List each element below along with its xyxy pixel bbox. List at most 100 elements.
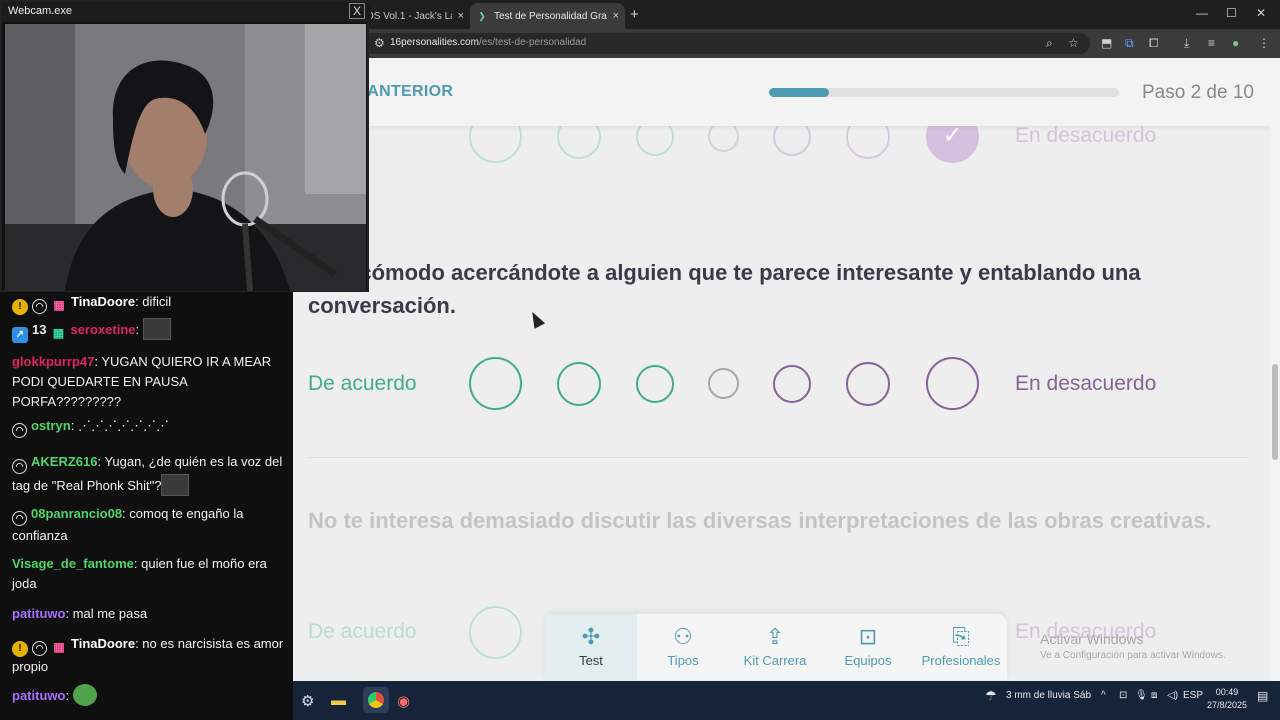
chat-message: ◠ 08panrancio08: comoq te engaño la confi… [12, 504, 284, 546]
ghost-badge-icon: ◠ [32, 641, 47, 656]
chat-username[interactable]: patituwo [12, 606, 65, 621]
new-tab-button[interactable]: + [630, 6, 639, 23]
site-info-icon[interactable]: ⚙ [374, 36, 385, 50]
ghost-badge-icon: ◠ [32, 299, 47, 314]
professionals-icon: ⎘ [952, 624, 970, 649]
gold-badge-icon: ! [12, 299, 28, 315]
menu-icon[interactable]: ⋮ [1258, 36, 1270, 50]
chat-username[interactable]: ostryn [31, 418, 71, 433]
weather-text[interactable]: 3 mm de lluvia Sáb [1006, 690, 1091, 701]
option-slightly-disagree[interactable] [773, 365, 811, 403]
url-text[interactable]: 16personalities.com/es/test-de-personali… [390, 37, 586, 48]
close-window-button[interactable]: ✕ [1256, 6, 1266, 20]
page-scrollbar[interactable] [1270, 58, 1280, 681]
next-question-text: No te interesa demasiado discutir las di… [308, 508, 1212, 533]
teams-icon: ⊡ [858, 624, 878, 649]
nav-profesionales[interactable]: ⎘ Profesionales [915, 614, 1007, 680]
webcam-window[interactable]: Webcam.exe X [0, 0, 371, 292]
translate-icon[interactable]: ⧉ [1125, 36, 1134, 51]
next-option-1[interactable] [469, 606, 522, 659]
disagree-label: En desacuerdo [1015, 372, 1157, 395]
download-icon[interactable]: ⤓ [1184, 36, 1189, 51]
minimize-button[interactable]: — [1196, 6, 1208, 20]
option-slightly-agree[interactable] [636, 365, 674, 403]
nav-kit-carrera[interactable]: ⇪ Kit Carrera [729, 614, 821, 680]
chat-message: Visage_de_fantome: quien fue el moño era… [12, 554, 284, 594]
chat-text: dificil [142, 294, 172, 309]
url-domain: 16personalities.com [390, 37, 479, 48]
media-icon[interactable]: ≡ [1208, 36, 1215, 50]
chat-message: patituwo: [12, 684, 284, 706]
puzzle-icon[interactable]: ⧠ [1149, 36, 1159, 51]
language-indicator[interactable]: ESP [1183, 690, 1203, 701]
sub-badge-icon: ▦ [52, 326, 65, 340]
test-icon: ✣ [581, 624, 601, 649]
close-tab-icon[interactable]: × [458, 10, 464, 22]
watermark-title: Activar Windows [1040, 631, 1144, 647]
option-neutral[interactable] [708, 368, 739, 399]
nav-test[interactable]: ✣ Test [545, 614, 637, 680]
ghost-badge-icon: ◠ [12, 423, 27, 438]
career-kit-icon: ⇪ [765, 624, 785, 649]
chat-text: mal me pasa [72, 606, 148, 621]
bookmark-star-icon[interactable]: ☆ [1068, 36, 1079, 50]
watermark-subtitle: Ve a Configuración para activar Windows. [1040, 650, 1226, 661]
clock-date: 27/8/2025 [1206, 700, 1248, 710]
zoom-icon[interactable]: ⌕ [1046, 36, 1053, 51]
chrome-taskbar-button[interactable] [363, 687, 389, 713]
nav-equipos[interactable]: ⊡ Equipos [822, 614, 914, 680]
tab-16personalities[interactable]: ❯ Test de Personalidad Gratis | 16 × [470, 3, 625, 29]
extension-icon[interactable]: ⬒ [1101, 36, 1112, 50]
scrollbar-thumb[interactable] [1272, 364, 1278, 460]
network-icon[interactable]: ⧈ [1151, 690, 1157, 701]
tab-title: OS Vol.1 - Jack's Lan [366, 10, 452, 22]
windows-taskbar: ⚙ ▬ ◉ ☂ 3 mm de lluvia Sáb ^ ⊡ 🎙 ⧈ ◁) ES… [293, 681, 1280, 720]
tab-jacks-lan[interactable]: OS Vol.1 - Jack's Lan × [360, 3, 470, 29]
ghost-badge-icon: ◠ [12, 511, 27, 526]
profile-icon[interactable]: ● [1232, 36, 1239, 50]
clock[interactable]: 00:49 27/8/2025 [1204, 686, 1250, 712]
chat-username[interactable]: 08panrancio08 [31, 506, 122, 521]
types-icon: ⚇ [673, 624, 693, 649]
chat-message: ◠ ostryn: ⋰⋰⋰⋰⋰⋰⋰ [12, 416, 284, 438]
chat-username[interactable]: AKERZ616 [31, 454, 97, 469]
maximize-button[interactable]: ☐ [1226, 6, 1237, 20]
test-header: NA ANTERIOR Paso 2 de 10 [293, 58, 1270, 126]
webcam-close-button[interactable]: X [349, 3, 365, 19]
chat-username[interactable]: TinaDoore [71, 636, 135, 651]
obs-icon[interactable]: ◉ [397, 692, 410, 710]
volume-icon[interactable]: ◁) [1167, 690, 1178, 701]
blue-badge-icon: ↗ [12, 327, 28, 343]
tray-chevron-icon[interactable]: ^ [1101, 690, 1106, 701]
progress-fill [769, 88, 829, 97]
step-indicator: Paso 2 de 10 [1142, 82, 1254, 103]
notification-icon[interactable]: ▤ [1257, 689, 1268, 703]
steam-icon[interactable]: ⚙ [301, 692, 314, 710]
chat-username[interactable]: TinaDoore [71, 294, 135, 309]
checkmark-icon: ✓ [942, 122, 963, 149]
gold-badge-icon: ! [12, 641, 28, 657]
nav-tipos[interactable]: ⚇ Tipos [637, 614, 729, 680]
microphone-icon[interactable]: 🎙 [1135, 690, 1148, 701]
chat-text: ⋰⋰⋰⋰⋰⋰⋰ [77, 418, 169, 433]
chat-username[interactable]: glokkpurrp47 [12, 354, 94, 369]
close-tab-icon[interactable]: × [613, 10, 619, 22]
windows-activation-watermark: Activar Windows Ve a Configuración para … [1040, 631, 1226, 661]
nav-label: Equipos [844, 653, 892, 668]
chat-message: ! ◠ ▦ TinaDoore: dificil [12, 292, 284, 315]
prev-disagree-label: En desacuerdo [1015, 124, 1157, 147]
option-agree[interactable] [557, 362, 601, 406]
tray-app-icon[interactable]: ⊡ [1119, 690, 1127, 701]
option-strongly-agree[interactable] [469, 357, 522, 410]
nav-label: Kit Carrera [743, 653, 807, 668]
progress-bar [769, 88, 1119, 97]
ghost-badge-icon: ◠ [12, 459, 27, 474]
chat-username[interactable]: Visage_de_fantome [12, 556, 134, 571]
chat-username[interactable]: patituwo [12, 688, 65, 703]
file-explorer-icon[interactable]: ▬ [331, 692, 346, 709]
option-disagree[interactable] [846, 362, 890, 406]
pepe-emote-icon [72, 684, 97, 706]
weather-icon[interactable]: ☂ [985, 688, 997, 704]
option-strongly-disagree[interactable] [926, 357, 979, 410]
chat-username[interactable]: seroxetine [70, 322, 135, 337]
